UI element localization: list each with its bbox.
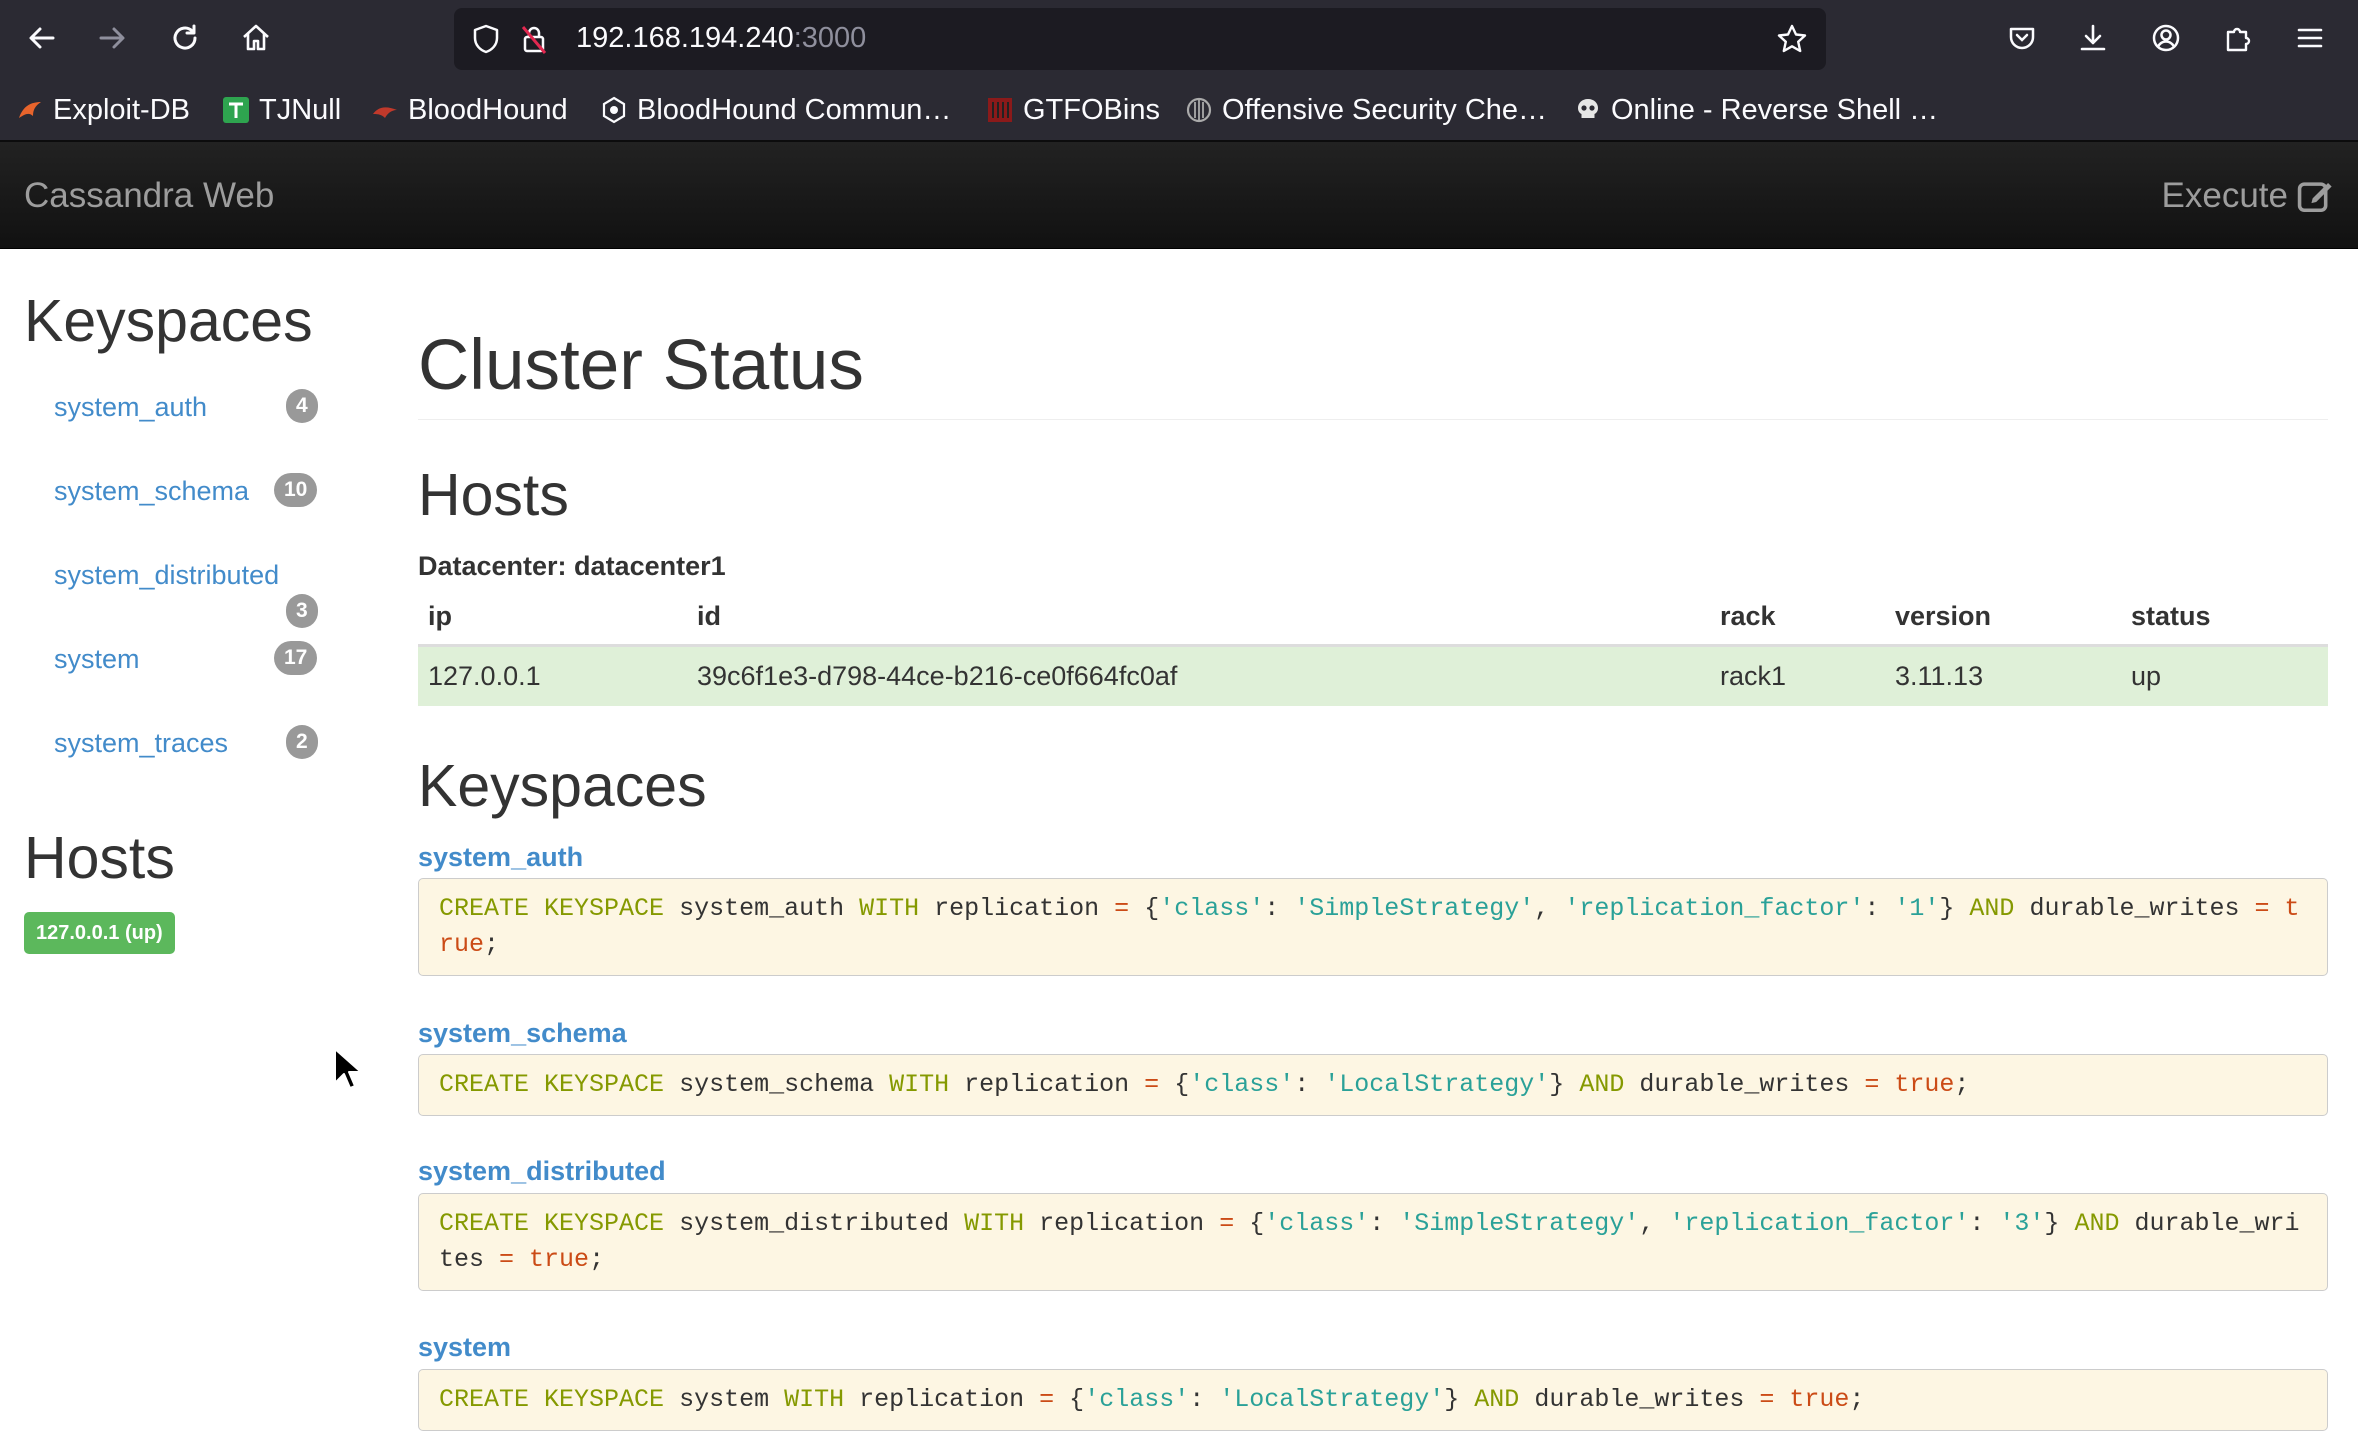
url-port: :3000 (793, 22, 867, 54)
cell-version: 3.11.13 (1885, 645, 2121, 706)
keyspace-link-system[interactable]: system (418, 1332, 511, 1363)
forward-arrow-icon (99, 27, 125, 49)
cql-code-block: CREATE KEYSPACE system_schema WITH repli… (418, 1054, 2328, 1116)
offsec-icon (1186, 97, 1212, 123)
app-navbar: Cassandra Web Execute (0, 142, 2358, 249)
keyspaces-heading: Keyspaces (418, 753, 707, 819)
column-header-status: status (2121, 589, 2328, 647)
column-header-version: version (1885, 589, 2121, 647)
bookmarks-bar: Exploit-DB TJNull BloodHound BloodHound … (0, 78, 2358, 142)
url-text[interactable]: 192.168.194.240:3000 (576, 22, 866, 55)
bloodhound-icon (373, 107, 397, 118)
sidebar-item-system-distributed[interactable]: system_distributed (54, 560, 279, 591)
exploit-db-icon (19, 102, 41, 118)
mouse-cursor-icon (334, 1048, 359, 1089)
forward-button[interactable] (86, 12, 138, 64)
execute-label: Execute (2161, 176, 2288, 215)
keyspace-count-badge: 17 (274, 641, 318, 675)
home-button[interactable] (230, 12, 282, 64)
execute-link[interactable]: Execute (2162, 176, 2334, 216)
star-icon[interactable] (1776, 23, 1808, 55)
cell-ip: 127.0.0.1 (418, 645, 687, 706)
keyspace-link-system-schema[interactable]: system_schema (418, 1018, 627, 1049)
skull-icon (1578, 99, 1598, 118)
bookmark-gtfobins[interactable]: GTFOBins (986, 90, 1160, 130)
keyspace-count-badge: 3 (286, 594, 318, 628)
keyspace-count-badge: 2 (286, 725, 318, 759)
reload-icon (173, 24, 197, 50)
keyspace-count-badge: 4 (286, 389, 318, 423)
sidebar-item-system-traces[interactable]: system_traces (54, 728, 228, 759)
title-divider (418, 419, 2328, 420)
column-header-rack: rack (1710, 589, 1885, 647)
account-icon (2152, 24, 2180, 52)
bookmark-tjnull[interactable]: TJNull (222, 90, 341, 130)
bookmark-label: Offensive Security Che… (1222, 93, 1548, 126)
bookmark-label: Online - Reverse Shell … (1611, 93, 1939, 126)
cell-rack: rack1 (1710, 645, 1885, 706)
bookmark-label: BloodHound (408, 93, 568, 126)
sidebar-item-system-schema[interactable]: system_schema (54, 476, 249, 507)
bookmark-bloodhound-community[interactable]: BloodHound Commun… (600, 90, 951, 130)
table-row: 127.0.0.1 39c6f1e3-d798-44ce-b216-ce0f66… (418, 645, 2328, 706)
bookmark-label: Exploit-DB (53, 93, 190, 126)
sidebar-hosts-heading: Hosts (24, 825, 175, 891)
hosts-heading: Hosts (418, 462, 569, 528)
bloodhound-community-icon (602, 96, 626, 124)
datacenter-label: Datacenter: datacenter1 (418, 551, 726, 581)
extensions-button[interactable] (2212, 12, 2264, 64)
edit-icon (2297, 182, 2332, 213)
brand-link[interactable]: Cassandra Web (24, 176, 274, 216)
column-header-id: id (687, 589, 1710, 647)
bookmark-label: TJNull (259, 93, 342, 126)
url-bar[interactable]: 192.168.194.240:3000 (454, 8, 1826, 70)
bookmark-label: GTFOBins (1023, 93, 1160, 126)
insecure-lock-icon[interactable] (518, 23, 550, 55)
back-button[interactable] (16, 12, 68, 64)
bookmark-label: BloodHound Commun… (637, 93, 952, 126)
browser-toolbar: 192.168.194.240:3000 (0, 0, 2358, 78)
reload-button[interactable] (159, 12, 211, 64)
cell-id: 39c6f1e3-d798-44ce-b216-ce0f664fc0af (687, 645, 1710, 706)
page-title: Cluster Status (418, 326, 864, 405)
cql-code-block: CREATE KEYSPACE system WITH replication … (418, 1369, 2328, 1431)
column-header-ip: ip (418, 589, 687, 647)
cql-code-block: CREATE KEYSPACE system_distributed WITH … (418, 1193, 2328, 1291)
shield-icon[interactable] (470, 23, 502, 55)
cell-status: up (2121, 645, 2328, 706)
home-icon (243, 24, 269, 51)
tjnull-icon (223, 97, 249, 123)
url-host: 192.168.194.240 (576, 22, 794, 54)
keyspace-link-system-distributed[interactable]: system_distributed (418, 1156, 666, 1187)
account-button[interactable] (2140, 12, 2192, 64)
gtfobins-icon (988, 98, 1012, 122)
sidebar-keyspaces-heading: Keyspaces (24, 288, 313, 354)
cql-code-block: CREATE KEYSPACE system_auth WITH replica… (418, 878, 2328, 976)
back-arrow-icon (29, 27, 55, 49)
sidebar-item-system-auth[interactable]: system_auth (54, 392, 207, 423)
table-header-row: ip id rack version status (418, 589, 2328, 647)
pocket-icon (2009, 27, 2035, 50)
hamburger-icon (2297, 28, 2323, 48)
bookmark-offensive-security[interactable]: Offensive Security Che… (1185, 90, 1547, 130)
puzzle-icon (2226, 27, 2251, 52)
bookmark-exploit-db[interactable]: Exploit-DB (16, 90, 190, 130)
sidebar-item-system[interactable]: system (54, 644, 140, 675)
hosts-table: ip id rack version status 127.0.0.1 39c6… (418, 589, 2328, 706)
host-status-label[interactable]: 127.0.0.1 (up) (24, 912, 175, 954)
download-icon (2080, 24, 2106, 51)
downloads-button[interactable] (2067, 12, 2119, 64)
menu-button[interactable] (2284, 12, 2336, 64)
keyspace-link-system-auth[interactable]: system_auth (418, 842, 583, 873)
bookmark-reverse-shell[interactable]: Online - Reverse Shell … (1574, 90, 1938, 130)
bookmark-bloodhound[interactable]: BloodHound (371, 90, 568, 130)
keyspace-count-badge: 10 (274, 473, 318, 507)
pocket-button[interactable] (1996, 12, 2048, 64)
